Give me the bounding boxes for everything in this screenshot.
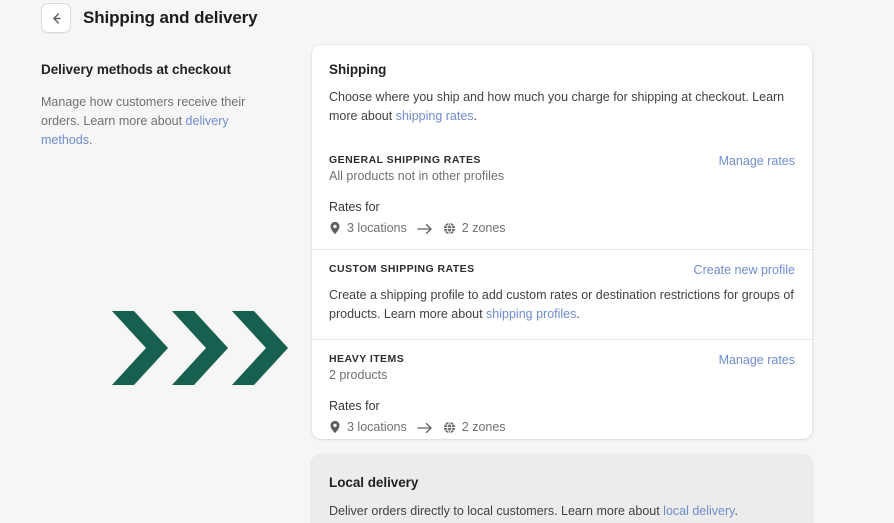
shipping-description-suffix: . [474, 109, 477, 123]
general-rates-header: GENERAL SHIPPING RATES All products not … [329, 154, 795, 183]
page-header: Shipping and delivery [41, 3, 258, 33]
heavy-items-header: HEAVY ITEMS 2 products Manage rates [329, 353, 795, 382]
custom-rates-header: CUSTOM SHIPPING RATES Create new profile [329, 263, 795, 277]
shipping-rates-link[interactable]: shipping rates [396, 109, 474, 123]
local-delivery-description-prefix: Deliver orders directly to local custome… [329, 504, 663, 518]
heavy-items-section: HEAVY ITEMS 2 products Manage rates Rate… [312, 340, 812, 439]
map-pin-icon [329, 420, 341, 434]
general-rates-label: GENERAL SHIPPING RATES [329, 154, 504, 166]
heavy-items-locations-text: 3 locations [347, 420, 407, 434]
general-zones-text: 2 zones [462, 221, 506, 235]
general-shipping-rates-section: GENERAL SHIPPING RATES All products not … [312, 141, 812, 249]
custom-rates-description-suffix: . [576, 307, 579, 321]
heavy-items-label: HEAVY ITEMS [329, 353, 404, 365]
heavy-items-meta: 2 products [329, 368, 404, 382]
general-locations-text: 3 locations [347, 221, 407, 235]
map-pin-icon [329, 221, 341, 235]
custom-rates-label: CUSTOM SHIPPING RATES [329, 263, 475, 275]
custom-rates-description: Create a shipping profile to add custom … [329, 286, 795, 324]
page-title: Shipping and delivery [83, 8, 258, 28]
delivery-methods-title: Delivery methods at checkout [41, 62, 277, 77]
create-new-profile-link[interactable]: Create new profile [694, 263, 795, 277]
local-delivery-section: Local delivery Deliver orders directly t… [312, 455, 812, 521]
local-delivery-card: Local delivery Deliver orders directly t… [312, 455, 812, 523]
custom-shipping-rates-section: CUSTOM SHIPPING RATES Create new profile… [312, 250, 812, 339]
general-rates-for-row: 3 locations 2 zones [329, 221, 795, 235]
delivery-methods-description: Manage how customers receive their order… [41, 93, 277, 150]
heavy-items-manage-rates-link[interactable]: Manage rates [719, 353, 795, 367]
shipping-heading: Shipping [329, 62, 795, 77]
general-manage-rates-link[interactable]: Manage rates [719, 154, 795, 168]
general-rates-info: GENERAL SHIPPING RATES All products not … [329, 154, 504, 183]
shipping-description: Choose where you ship and how much you c… [329, 88, 795, 126]
local-delivery-heading: Local delivery [329, 475, 795, 490]
general-rates-meta: All products not in other profiles [329, 169, 504, 183]
heavy-items-info: HEAVY ITEMS 2 products [329, 353, 404, 382]
triple-chevron-right-icon [110, 311, 288, 385]
heavy-items-rates-for-label: Rates for [329, 399, 795, 413]
arrow-right-icon [417, 221, 433, 235]
delivery-methods-panel: Delivery methods at checkout Manage how … [41, 62, 277, 150]
shipping-intro-section: Shipping Choose where you ship and how m… [312, 45, 812, 141]
globe-icon [443, 222, 456, 235]
back-button[interactable] [41, 3, 71, 33]
heavy-items-rates-for-row: 3 locations 2 zones [329, 420, 795, 434]
local-delivery-link[interactable]: local delivery [663, 504, 734, 518]
delivery-methods-description-line2: Learn more about [83, 114, 185, 128]
shipping-card: Shipping Choose where you ship and how m… [312, 45, 812, 439]
heavy-items-zones-text: 2 zones [462, 420, 506, 434]
local-delivery-description-suffix: . [735, 504, 738, 518]
local-delivery-description: Deliver orders directly to local custome… [329, 502, 795, 521]
delivery-methods-description-suffix: . [89, 133, 92, 147]
general-rates-for-label: Rates for [329, 200, 795, 214]
shipping-profiles-link[interactable]: shipping profiles [486, 307, 576, 321]
arrow-left-icon [49, 11, 64, 26]
globe-icon [443, 421, 456, 434]
arrow-right-icon [417, 420, 433, 434]
